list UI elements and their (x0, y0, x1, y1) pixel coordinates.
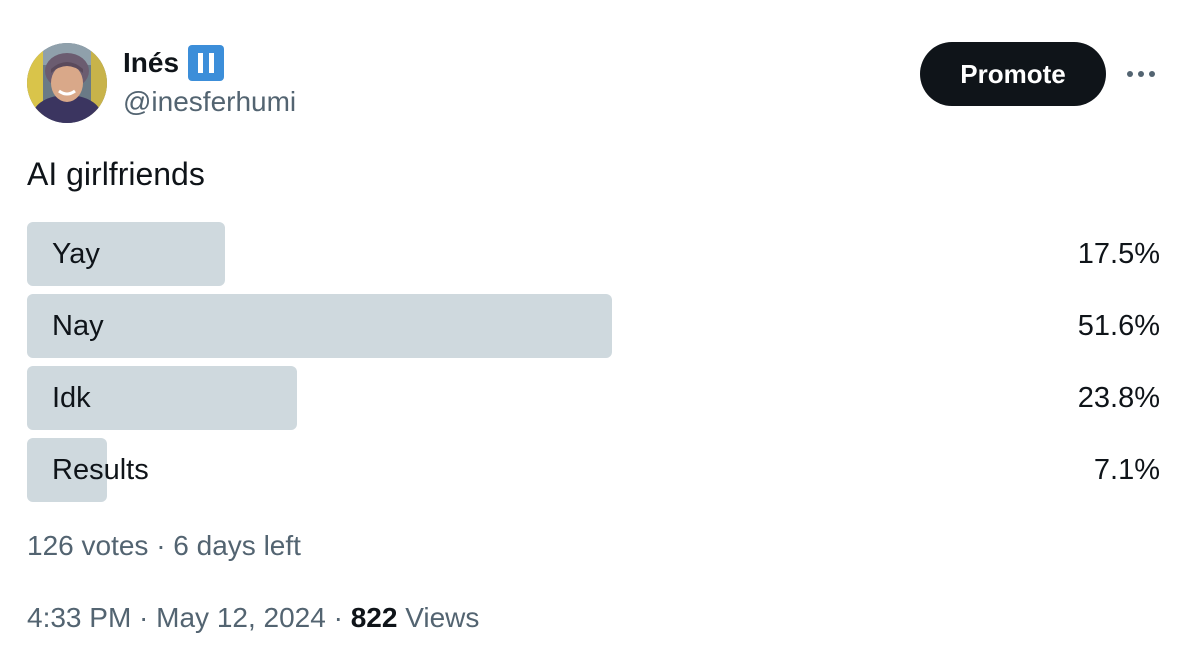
avatar[interactable] (27, 43, 107, 123)
more-options-button[interactable] (1120, 58, 1162, 90)
poll-option-label: Yay (52, 238, 100, 270)
poll-option-percent: 51.6% (1077, 310, 1160, 342)
poll-option: Results 7.1% (27, 438, 1160, 502)
poll-option-label: Nay (52, 310, 104, 342)
poll-option: Yay 17.5% (27, 222, 1160, 286)
ellipsis-icon (1127, 71, 1155, 77)
views-count: 822 (350, 602, 398, 633)
timestamp[interactable]: 4:33 PM · May 12, 2024 · (27, 602, 351, 633)
author-name-row: Inés (123, 44, 225, 82)
poll: Yay 17.5% Nay 51.6% Idk 23.8% Results 7.… (27, 222, 1160, 510)
timestamp-row: 4:33 PM · May 12, 2024 · 822 Views (27, 600, 479, 636)
poll-meta: 126 votes · 6 days left (27, 530, 301, 561)
promote-button[interactable]: Promote (920, 42, 1106, 106)
tweet-text: AI girlfriends (27, 156, 205, 192)
poll-option-label: Results (52, 454, 149, 486)
poll-option: Idk 23.8% (27, 366, 1160, 430)
poll-option: Nay 51.6% (27, 294, 1160, 358)
author-handle[interactable]: @inesferhumi (123, 84, 296, 120)
views-label: Views (397, 602, 480, 633)
author-display-name[interactable]: Inés (123, 44, 179, 82)
poll-option-percent: 7.1% (1093, 454, 1160, 486)
poll-result-bar (27, 294, 612, 358)
poll-option-percent: 23.8% (1077, 382, 1160, 414)
poll-option-label: Idk (52, 382, 91, 414)
avatar-image (27, 43, 107, 123)
pause-icon (188, 45, 225, 81)
poll-option-percent: 17.5% (1077, 238, 1160, 270)
